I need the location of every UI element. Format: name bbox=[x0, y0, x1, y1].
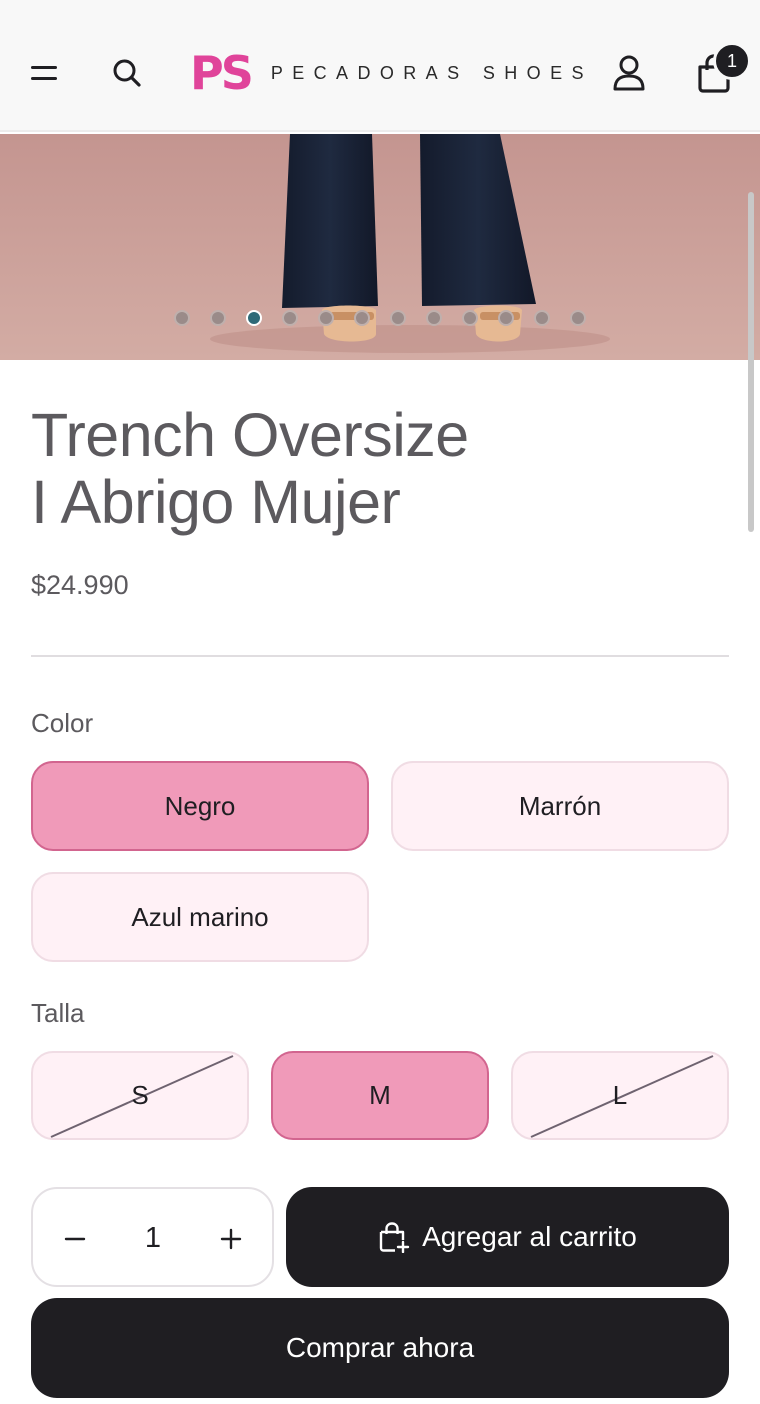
product-price: $24.990 bbox=[31, 570, 129, 600]
color-label: Color bbox=[31, 708, 94, 738]
gallery-dot[interactable] bbox=[174, 310, 190, 326]
product-title-line-2: I Abrigo Mujer bbox=[31, 468, 401, 536]
add-to-cart-button[interactable]: Agregar al carrito bbox=[286, 1187, 729, 1287]
gallery-pagination bbox=[0, 310, 760, 326]
account-button[interactable] bbox=[606, 50, 652, 96]
quantity-increase-button[interactable] bbox=[209, 1217, 253, 1261]
gallery-dot[interactable] bbox=[462, 310, 478, 326]
add-to-bag-icon bbox=[378, 1221, 410, 1253]
menu-button[interactable] bbox=[24, 52, 66, 94]
hamburger-menu-icon bbox=[31, 66, 57, 80]
logo-wordmark: PECADORAS SHOES bbox=[270, 62, 593, 83]
buy-now-label: Comprar ahora bbox=[285, 1332, 475, 1363]
color-option-label: Marrón bbox=[518, 790, 602, 821]
plus-icon bbox=[220, 1228, 242, 1250]
product-image-gallery[interactable] bbox=[0, 134, 760, 360]
quantity-decrease-button[interactable] bbox=[53, 1217, 97, 1261]
user-account-icon bbox=[613, 55, 645, 91]
quantity-stepper: 1 bbox=[31, 1187, 274, 1287]
search-button[interactable] bbox=[106, 52, 148, 94]
gallery-dot[interactable] bbox=[570, 310, 586, 326]
logo-mark: PS bbox=[190, 46, 254, 100]
color-option-azul-marino[interactable]: Azul marino bbox=[31, 872, 369, 962]
product-photo bbox=[0, 134, 760, 360]
minus-icon bbox=[64, 1237, 86, 1241]
size-option-m[interactable]: M bbox=[271, 1051, 489, 1140]
gallery-dot[interactable] bbox=[534, 310, 550, 326]
color-option-label: Negro bbox=[164, 790, 236, 821]
size-option-s-unavailable[interactable]: S bbox=[31, 1051, 249, 1140]
size-label: Talla bbox=[31, 998, 85, 1028]
color-option-marron[interactable]: Marrón bbox=[391, 761, 729, 851]
add-to-cart-label: Agregar al carrito bbox=[422, 1221, 637, 1252]
site-header: PS PECADORAS SHOES 1 bbox=[0, 0, 760, 132]
quantity-input[interactable]: 1 bbox=[123, 1213, 183, 1263]
search-icon bbox=[113, 59, 141, 87]
size-option-label: M bbox=[369, 1080, 391, 1110]
product-title: Trench Oversize I Abrigo Mujer bbox=[31, 402, 691, 536]
gallery-dot[interactable] bbox=[426, 310, 442, 326]
size-option-label: S bbox=[131, 1080, 149, 1110]
divider bbox=[31, 655, 729, 657]
size-option-l-unavailable[interactable]: L bbox=[511, 1051, 729, 1140]
gallery-dot[interactable] bbox=[390, 310, 406, 326]
color-option-negro[interactable]: Negro bbox=[31, 761, 369, 851]
color-option-label: Azul marino bbox=[131, 901, 269, 932]
gallery-dot[interactable] bbox=[318, 310, 334, 326]
store-logo[interactable]: PS PECADORAS SHOES bbox=[190, 50, 593, 96]
buy-now-button[interactable]: Comprar ahora bbox=[31, 1298, 729, 1398]
gallery-dot[interactable] bbox=[210, 310, 226, 326]
product-title-line-1: Trench Oversize bbox=[31, 401, 469, 469]
size-option-label: L bbox=[612, 1080, 628, 1110]
cart-count-badge: 1 bbox=[713, 42, 751, 80]
gallery-dot[interactable] bbox=[282, 310, 298, 326]
page-scrollbar[interactable] bbox=[748, 192, 754, 532]
gallery-dot-active[interactable] bbox=[246, 310, 262, 326]
gallery-dot[interactable] bbox=[498, 310, 514, 326]
gallery-dot[interactable] bbox=[354, 310, 370, 326]
